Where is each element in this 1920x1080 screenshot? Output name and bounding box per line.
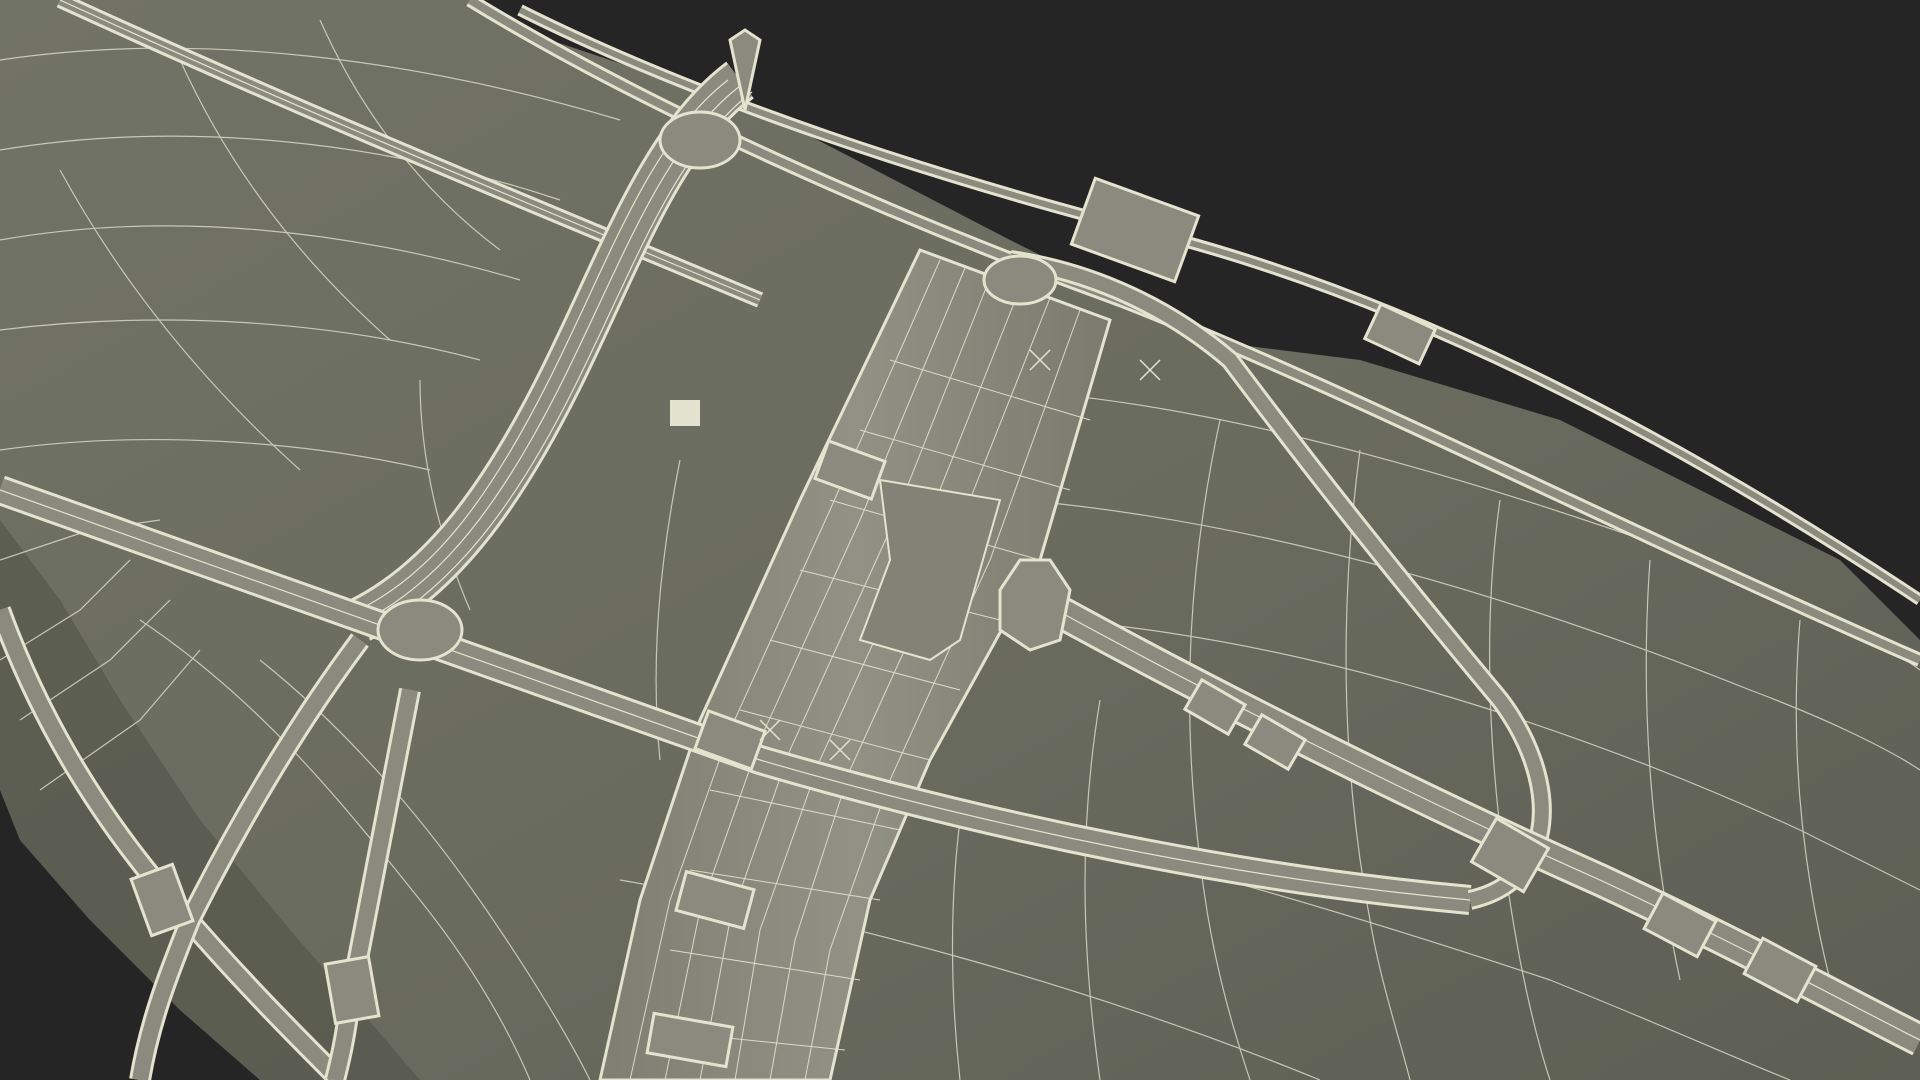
- ring-girth-top: [982, 254, 1058, 306]
- small-tab: [670, 400, 700, 426]
- wireframe-scene: [0, 0, 1920, 1080]
- dee-ring-side: [998, 558, 1072, 652]
- ring-top: [658, 110, 742, 170]
- ring-left: [376, 598, 464, 662]
- render-viewport: [0, 0, 1920, 1080]
- buckle-left-2: [323, 954, 381, 1026]
